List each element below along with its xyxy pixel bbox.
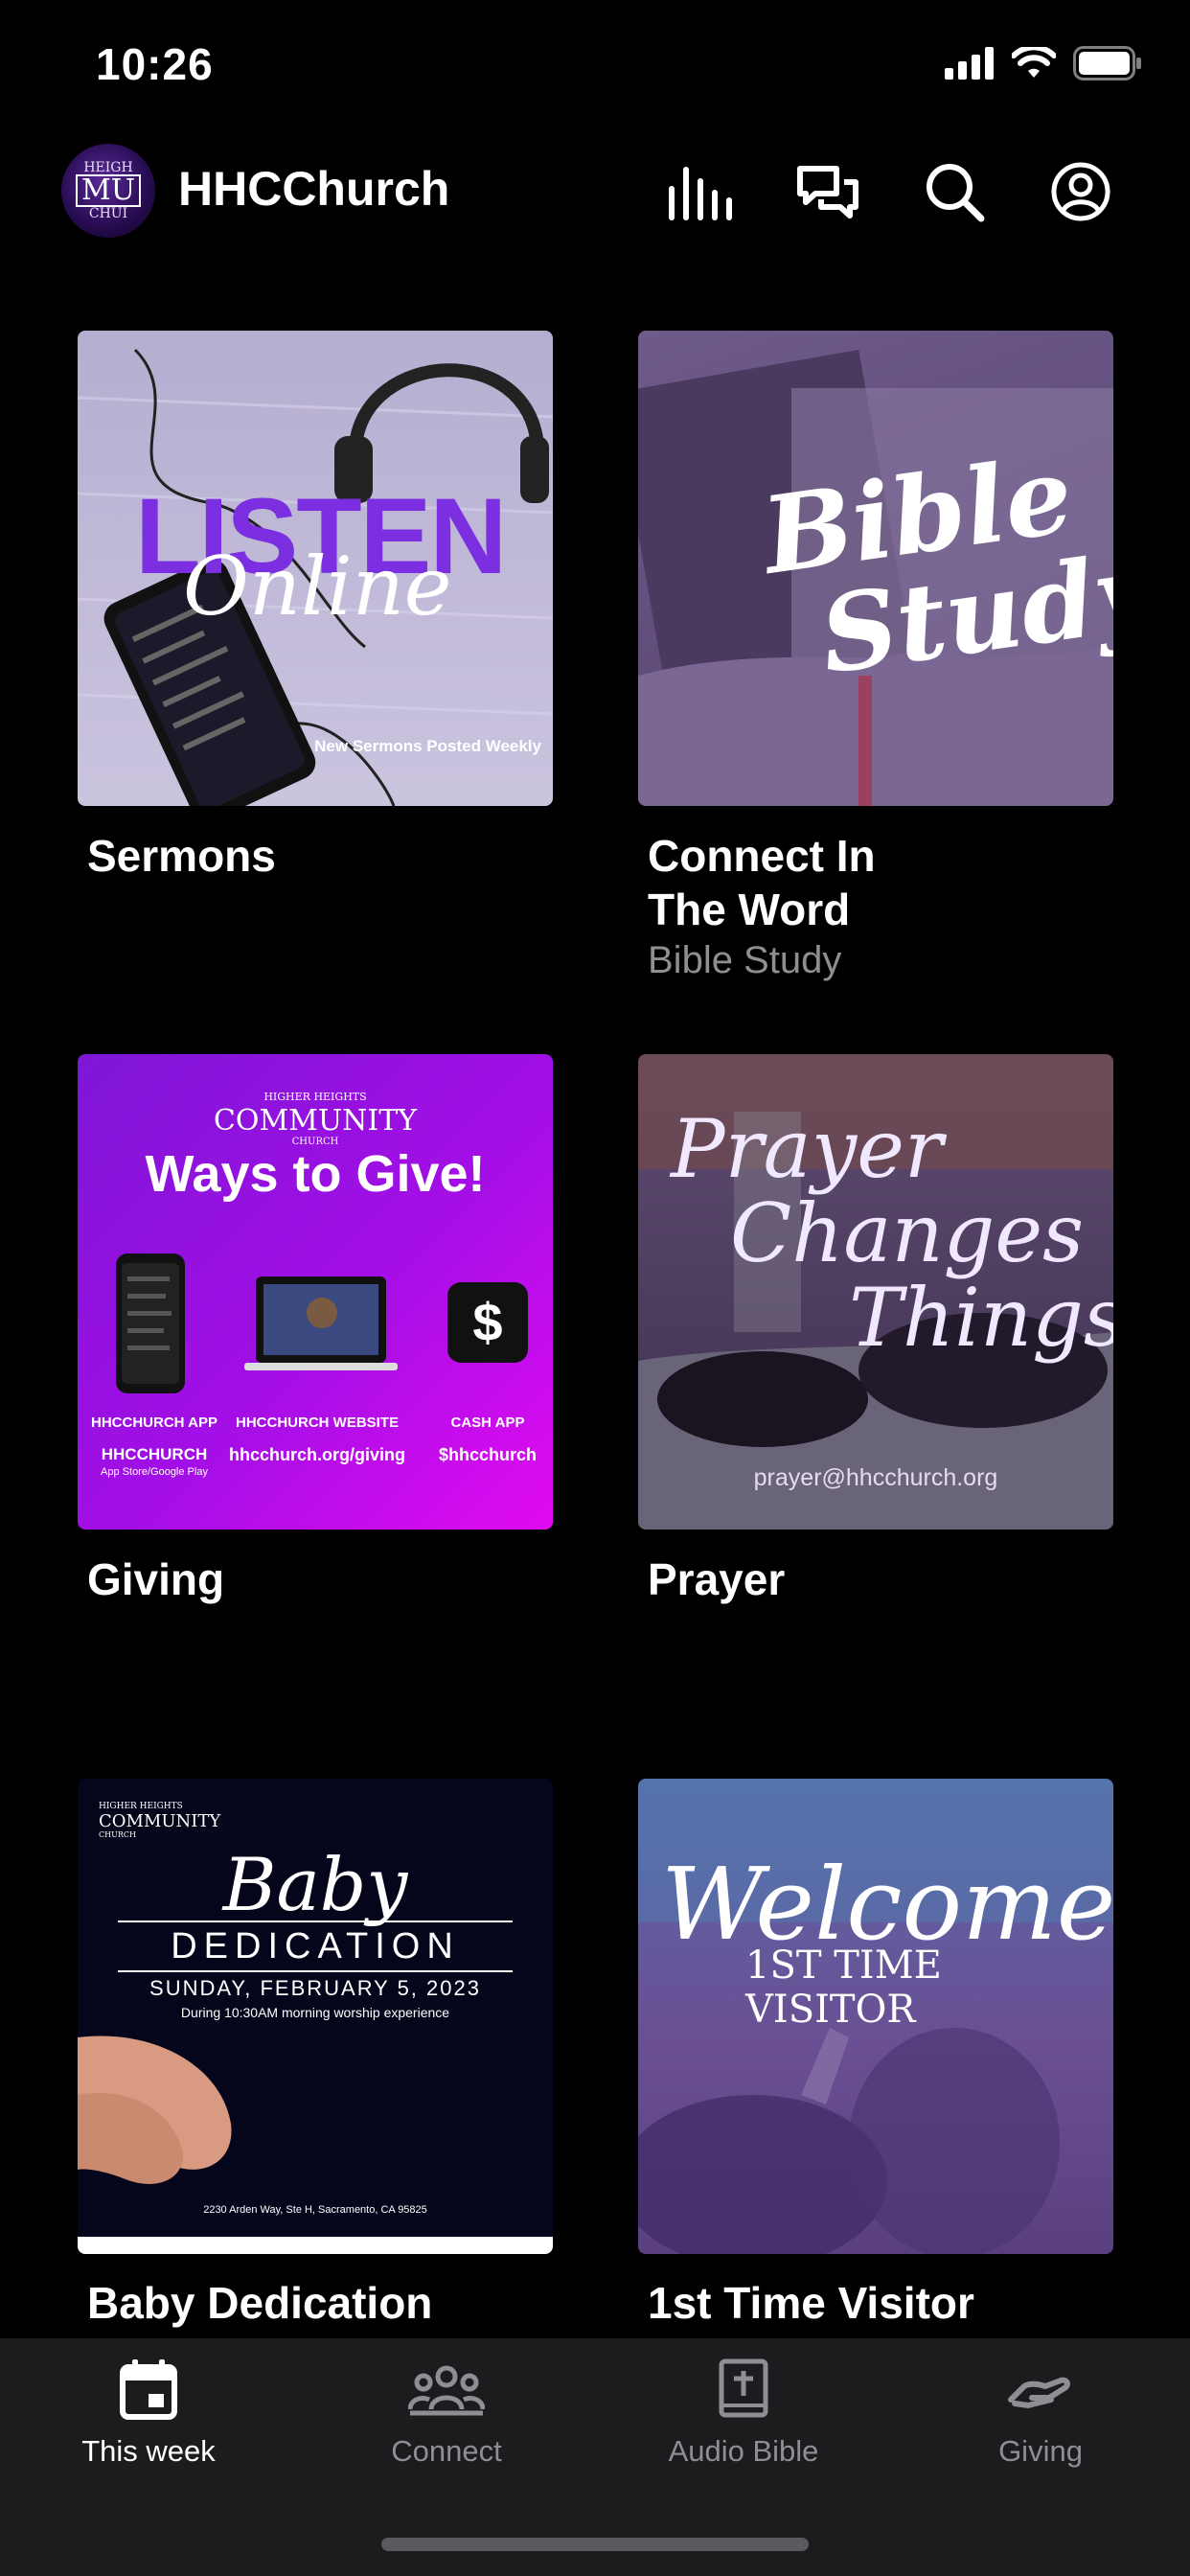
giving-website-value: hhcchurch.org/giving	[228, 1445, 405, 1464]
cash-app-value: $hhcchurch	[438, 1445, 538, 1464]
first-time-visitor-line: 1ST TIME VISITOR	[745, 1944, 942, 2032]
tab-this-week[interactable]: This week	[24, 2358, 273, 2469]
cellular-signal-icon	[945, 47, 994, 80]
logo-text-bottom: CHUI	[88, 206, 128, 221]
sermons-tile[interactable]: LISTEN Online New Sermons Posted Weekly	[78, 331, 553, 806]
prayer-tile[interactable]: Prayer Changes Things prayer@hhcchurch.o…	[638, 1054, 1113, 1530]
chat-icon[interactable]	[790, 153, 866, 230]
tile-title-sermons: Sermons	[87, 831, 276, 881]
tab-label-giving: Giving	[998, 2434, 1083, 2468]
tab-label-this-week: This week	[81, 2434, 216, 2468]
tile-title-connect-in-the-word: Connect In The Word	[648, 831, 876, 934]
app-title: HHCChurch	[178, 162, 450, 216]
bible-study-tile[interactable]: Bible Study	[638, 331, 1113, 806]
baby-feet-artwork	[78, 2036, 553, 2254]
giving-app-value: HHCCHURCH	[101, 1445, 208, 1463]
people-icon	[408, 2365, 485, 2416]
logo-text-middle: MU	[75, 174, 141, 207]
search-icon[interactable]	[916, 153, 993, 230]
prayer-email: prayer@hhcchurch.org	[753, 1464, 998, 1491]
cash-app-icon: $	[472, 1292, 503, 1352]
tile-subtitle-bible-study: Bible Study	[648, 939, 842, 981]
cash-app-label: CASH APP	[450, 1414, 525, 1431]
profile-icon[interactable]	[1042, 153, 1119, 230]
giving-tile[interactable]: HIGHER HEIGHTS COMMUNITY CHURCH Ways to …	[78, 1054, 553, 1530]
equalizer-icon[interactable]	[663, 153, 740, 230]
prayer-script: Prayer	[671, 1102, 944, 1196]
giving-hand-icon	[1008, 2377, 1070, 2409]
dedication-address: 2230 Arden Way, Ste H, Sacramento, CA 95…	[203, 2204, 427, 2216]
giving-app-label: HHCCHURCH APP	[91, 1414, 217, 1431]
giving-app-note: App Store/Google Play	[101, 1466, 208, 1478]
status-icons	[945, 46, 1142, 80]
tab-giving[interactable]: Giving	[916, 2358, 1165, 2469]
logo-text-top: HEIGH	[83, 160, 133, 175]
church-logo[interactable]: HEIGH MU CHUI	[61, 144, 155, 238]
tile-title-giving: Giving	[87, 1554, 225, 1604]
status-time: 10:26	[96, 39, 214, 89]
tab-audio-bible[interactable]: Audio Bible	[619, 2358, 868, 2469]
things-script: Things	[849, 1271, 1113, 1365]
tab-connect[interactable]: Connect	[322, 2358, 571, 2469]
bible-icon	[719, 2358, 768, 2418]
tile-title-baby-dedication: Baby Dedication	[87, 2278, 433, 2328]
changes-script: Changes	[730, 1186, 1085, 1280]
home-indicator[interactable]	[381, 2538, 809, 2551]
calendar-icon	[120, 2359, 177, 2420]
wifi-icon	[1012, 47, 1056, 78]
tab-label-connect: Connect	[391, 2434, 502, 2468]
online-script: Online	[183, 540, 452, 633]
baby-dedication-tile[interactable]: HIGHER HEIGHTS COMMUNITY CHURCH Baby DED…	[78, 1779, 553, 2254]
battery-icon	[1073, 46, 1141, 80]
first-time-visitor-tile[interactable]: Welcome 1ST TIME VISITOR	[638, 1779, 1113, 2254]
tile-title-1st-time-visitor: 1st Time Visitor	[648, 2278, 974, 2328]
tile-title-prayer: Prayer	[648, 1554, 786, 1604]
sermons-caption: New Sermons Posted Weekly	[314, 737, 541, 755]
tab-label-audio-bible: Audio Bible	[668, 2434, 819, 2468]
giving-website-label: HHCCHURCH WEBSITE	[236, 1414, 399, 1431]
